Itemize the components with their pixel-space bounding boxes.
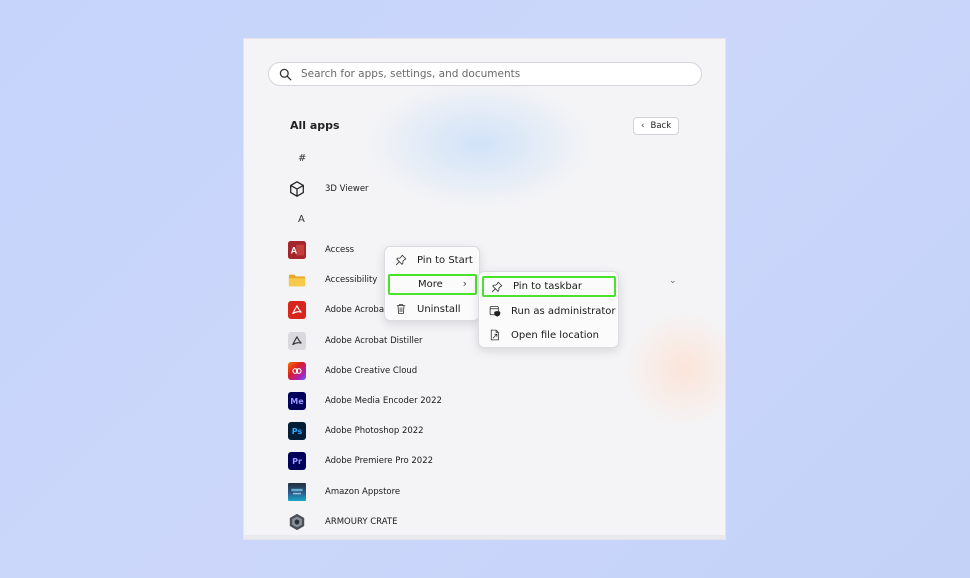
media-encoder-icon: Me [288, 392, 306, 410]
app-label: Adobe Acrobat [325, 305, 388, 315]
menu-item-label: Uninstall [417, 303, 461, 315]
file-location-icon [490, 329, 499, 341]
cube-icon [288, 180, 306, 198]
app-label: 3D Viewer [325, 184, 369, 194]
back-button[interactable]: ‹ Back [633, 117, 679, 135]
back-button-label: Back [650, 121, 672, 131]
app-label: ARMOURY CRATE [325, 517, 398, 527]
premiere-icon: Pr [288, 452, 306, 470]
app-label: Adobe Creative Cloud [325, 366, 418, 376]
chevron-right-icon: › [462, 277, 467, 290]
chevron-left-icon: ‹ [640, 121, 645, 131]
menu-item-uninstall[interactable]: Uninstall [395, 302, 461, 316]
amazon-appstore-icon [288, 483, 306, 501]
admin-shield-icon [489, 306, 501, 317]
search-icon [279, 68, 292, 80]
list-item[interactable]: Adobe Creative Cloud [288, 358, 688, 384]
trash-icon [396, 304, 406, 314]
menu-item-open-file-location[interactable]: Open file location [489, 328, 599, 342]
acrobat-icon [288, 301, 306, 319]
app-label: Adobe Premiere Pro 2022 [325, 456, 434, 466]
list-item[interactable]: Ps Adobe Photoshop 2022 [288, 418, 688, 444]
list-item[interactable]: A Access [288, 237, 688, 263]
access-icon: A [288, 241, 306, 259]
armoury-crate-icon [288, 513, 306, 531]
menu-item-run-as-administrator[interactable]: Run as administrator [489, 304, 616, 318]
letter-header-a[interactable]: A [298, 214, 305, 225]
app-label: Access [325, 245, 355, 255]
chevron-down-icon[interactable]: ⌄ [669, 276, 677, 286]
menu-item-pin-to-start[interactable]: Pin to Start [395, 253, 473, 267]
folder-icon [288, 271, 306, 289]
list-item[interactable]: 3D Viewer [288, 176, 688, 202]
distiller-icon [288, 332, 306, 350]
context-submenu: Pin to taskbar Run as administrator Open… [478, 271, 619, 348]
list-item[interactable]: Pr Adobe Premiere Pro 2022 [288, 448, 688, 474]
pin-icon [491, 281, 503, 292]
search-input[interactable]: Search for apps, settings, and documents [268, 62, 702, 86]
app-label: Accessibility [325, 275, 378, 285]
menu-item-label: Pin to Start [417, 254, 473, 266]
menu-item-label: Open file location [511, 329, 599, 341]
creative-cloud-icon [288, 362, 306, 380]
context-menu: Pin to Start More › Uninstall [384, 246, 480, 321]
pin-icon [395, 254, 407, 266]
panel-footer [244, 535, 725, 539]
app-label: Adobe Media Encoder 2022 [325, 396, 442, 406]
photoshop-icon: Ps [288, 422, 306, 440]
menu-item-pin-to-taskbar[interactable]: Pin to taskbar [482, 276, 616, 297]
list-item[interactable]: Amazon Appstore [288, 479, 688, 505]
letter-header-hash[interactable]: # [298, 153, 306, 164]
menu-item-label: Pin to taskbar [513, 281, 582, 292]
app-label: Amazon Appstore [325, 487, 401, 497]
list-item[interactable]: ARMOURY CRATE [288, 509, 688, 535]
svg-text:A: A [291, 246, 298, 256]
menu-item-label: Run as administrator [511, 305, 616, 317]
menu-item-label: More [418, 279, 443, 290]
page-title: All apps [290, 119, 340, 132]
search-placeholder: Search for apps, settings, and documents [301, 68, 521, 80]
menu-item-more[interactable]: More › [388, 274, 477, 295]
app-label: Adobe Photoshop 2022 [325, 426, 424, 436]
list-item[interactable]: Me Adobe Media Encoder 2022 [288, 388, 688, 414]
app-label: Adobe Acrobat Distiller [325, 336, 423, 346]
